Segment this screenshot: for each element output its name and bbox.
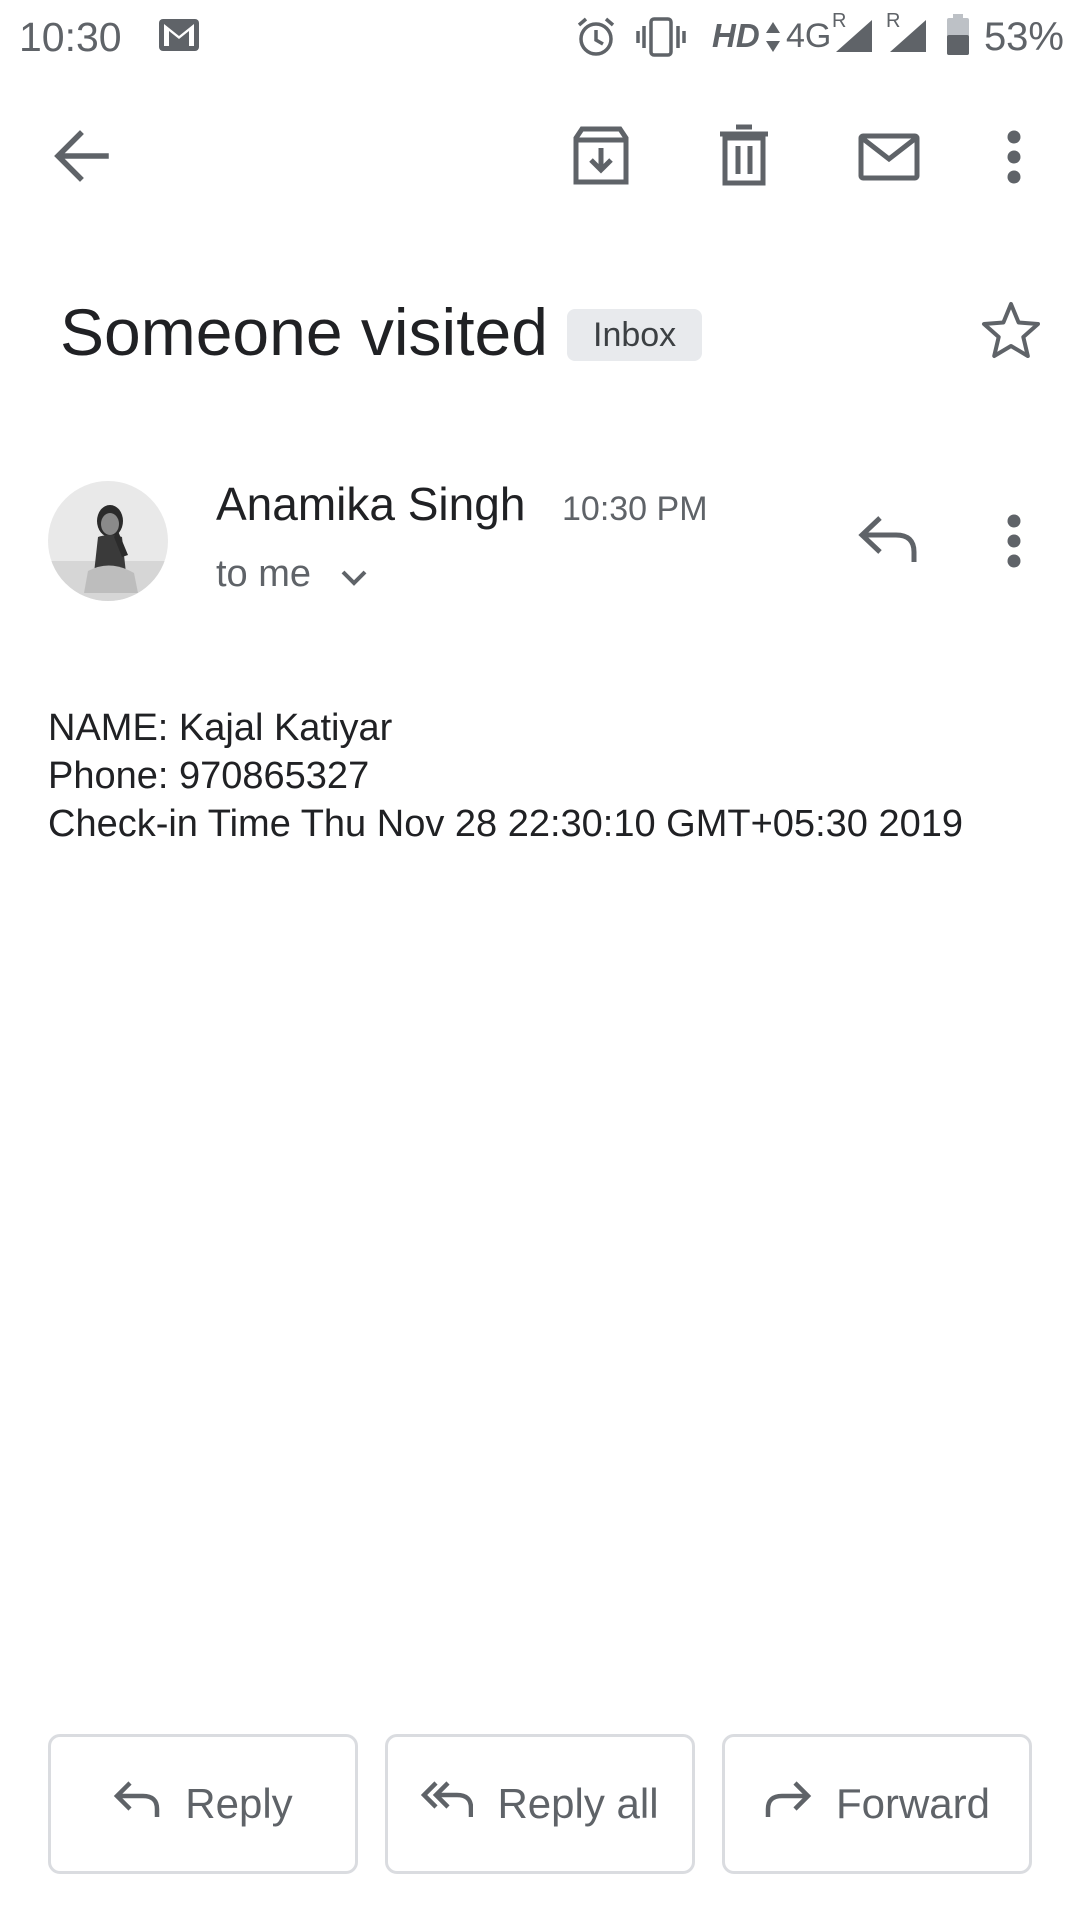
recipient-label: to me <box>216 553 312 595</box>
email-subject: Someone visited <box>60 295 548 369</box>
sender-name[interactable]: Anamika Singh <box>216 474 525 534</box>
signal-icon <box>834 18 874 59</box>
vibrate-icon <box>636 16 686 63</box>
message-time: 10:30 PM <box>562 490 708 528</box>
delete-icon[interactable] <box>718 124 770 186</box>
battery-percent: 53% <box>983 15 1064 59</box>
archive-icon[interactable] <box>572 126 630 186</box>
inbox-label-chip[interactable]: Inbox <box>567 309 703 361</box>
forward-button[interactable]: Forward <box>722 1734 1032 1874</box>
mail-icon[interactable] <box>858 133 920 181</box>
reply-all-icon <box>421 1779 474 1829</box>
recipient-details[interactable]: to me <box>216 548 368 602</box>
data-arrows-icon <box>764 20 782 59</box>
signal-icon <box>888 18 928 59</box>
body-line-checkin: Check-in Time Thu Nov 28 22:30:10 GMT+05… <box>48 803 963 845</box>
reply-all-button-label: Reply all <box>497 1780 659 1827</box>
reply-all-button[interactable]: Reply all <box>385 1734 695 1874</box>
forward-icon <box>764 1779 812 1829</box>
reply-icon[interactable] <box>858 514 920 564</box>
gmail-notification-icon <box>158 18 200 57</box>
body-line-phone: Phone: 970865327 <box>48 755 370 797</box>
message-more-vert-icon[interactable] <box>1004 514 1024 568</box>
reply-button[interactable]: Reply <box>48 1734 358 1874</box>
forward-button-label: Forward <box>835 1780 991 1827</box>
email-body: NAME: Kajal Katiyar Phone: 970865327 Che… <box>48 704 963 848</box>
arrow-back-icon[interactable] <box>52 128 112 184</box>
star-outline-icon[interactable] <box>980 300 1042 360</box>
reply-icon <box>113 1779 161 1829</box>
chevron-down-icon <box>340 550 368 602</box>
alarm-icon <box>575 16 617 63</box>
body-line-name: NAME: Kajal Katiyar <box>48 707 393 749</box>
network-hd-label: HD <box>712 17 760 54</box>
network-type-label: 4G <box>786 17 832 55</box>
more-vert-icon[interactable] <box>1004 130 1024 184</box>
reply-button-label: Reply <box>185 1780 293 1827</box>
avatar[interactable] <box>48 481 168 601</box>
status-time: 10:30 <box>19 14 122 60</box>
battery-icon <box>946 14 970 61</box>
